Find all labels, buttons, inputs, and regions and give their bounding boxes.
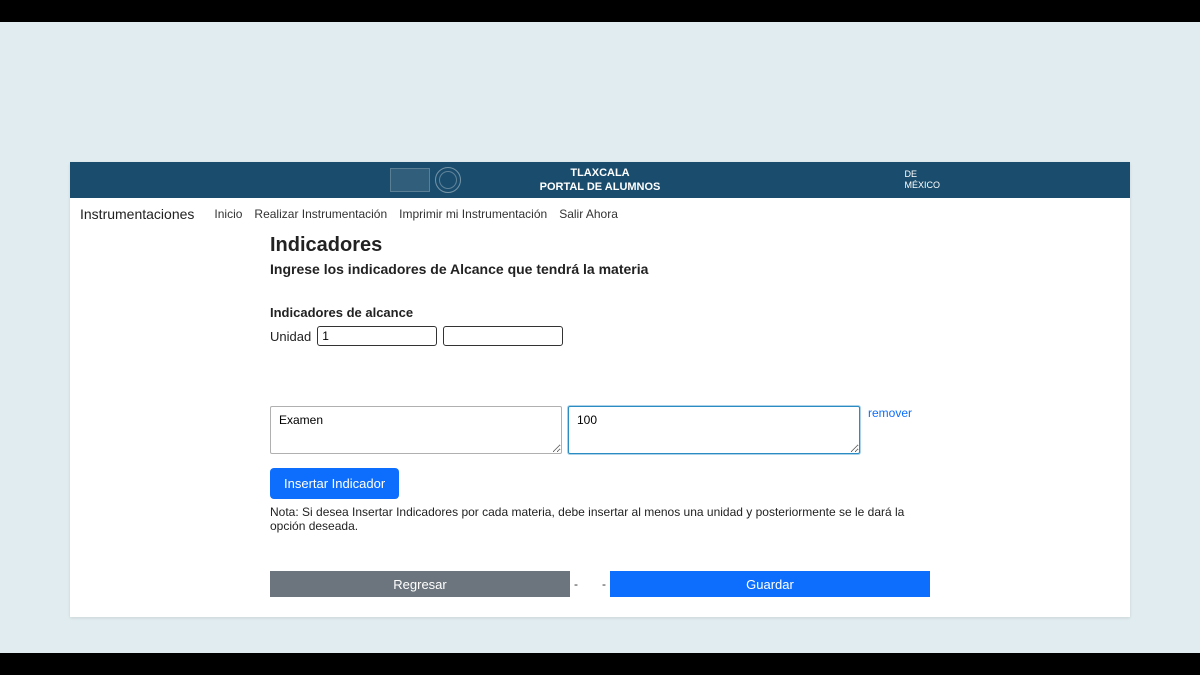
letterbox-bottom [0,653,1200,675]
header-country: DE MÉXICO [904,169,940,191]
spacer-left: - [570,577,590,591]
unidad-row: Unidad [270,326,930,346]
header-title-line2: PORTAL DE ALUMNOS [540,180,661,194]
remove-indicator-link[interactable]: remover [868,406,912,420]
header-title: TLAXCALA PORTAL DE ALUMNOS [540,166,661,195]
indicadores-label: Indicadores de alcance [270,305,930,320]
seal-icon [435,167,461,193]
nav-salir[interactable]: Salir Ahora [559,207,618,221]
app-window: TLAXCALA PORTAL DE ALUMNOS DE MÉXICO Ins… [70,162,1130,617]
save-button[interactable]: Guardar [610,571,930,597]
nav-inicio[interactable]: Inicio [214,207,242,221]
nav-realizar-instrumentacion[interactable]: Realizar Instrumentación [254,207,387,221]
header-bar: TLAXCALA PORTAL DE ALUMNOS DE MÉXICO [70,162,1130,198]
header-logos [390,167,461,193]
spacer-right: - [590,577,610,591]
header-title-line1: TLAXCALA [540,166,661,180]
page-title: Indicadores [270,234,930,257]
indicator-name-input[interactable] [270,406,562,454]
back-button[interactable]: Regresar [270,571,570,597]
unidad-input[interactable] [317,326,437,346]
nav-bar: Instrumentaciones Inicio Realizar Instru… [70,198,1130,230]
page-subtitle: Ingrese los indicadores de Alcance que t… [270,261,930,277]
header-right-line2: MÉXICO [904,180,940,191]
unidad-extra-input[interactable] [443,326,563,346]
note-text: Nota: Si desea Insertar Indicadores por … [270,505,930,533]
gov-logo [390,168,430,192]
content-area: Indicadores Ingrese los indicadores de A… [70,234,1130,617]
indicator-value-input[interactable] [568,406,860,454]
header-right-line1: DE [904,169,940,180]
unidad-label: Unidad [270,329,311,344]
indicator-row: remover [270,406,930,454]
letterbox-top [0,0,1200,22]
insert-indicator-button[interactable]: Insertar Indicador [270,468,399,499]
nav-section-label: Instrumentaciones [80,206,194,222]
footer-buttons: Regresar - - Guardar [270,571,930,597]
nav-imprimir-instrumentacion[interactable]: Imprimir mi Instrumentación [399,207,547,221]
